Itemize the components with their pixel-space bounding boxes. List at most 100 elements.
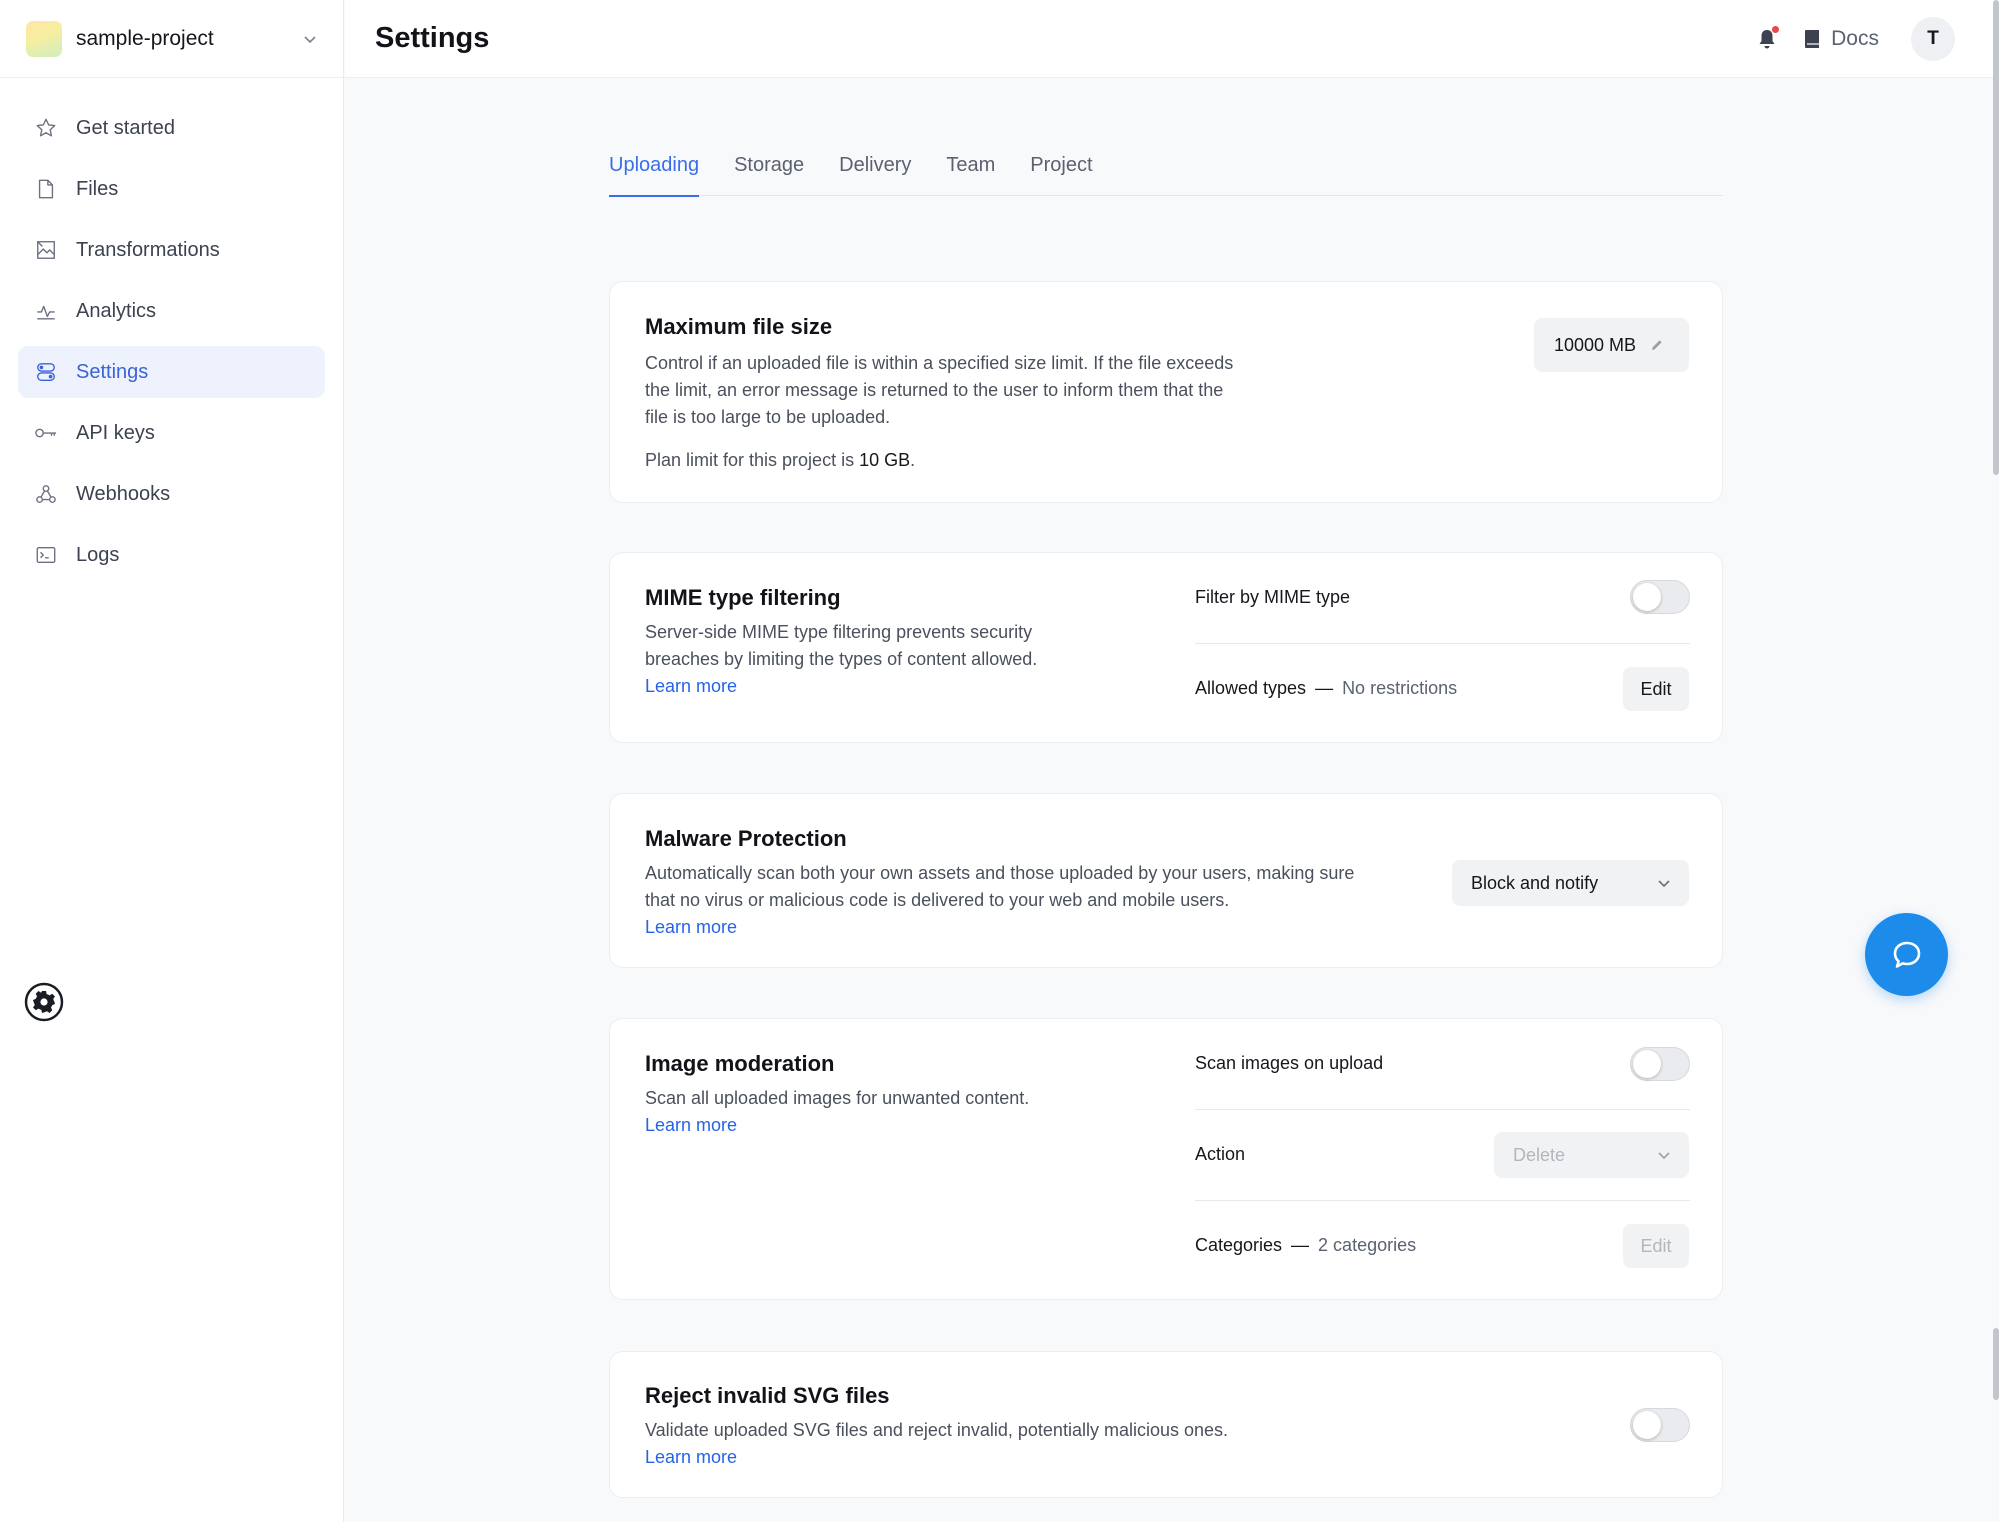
malware-action-select[interactable]: Block and notify bbox=[1452, 860, 1689, 906]
action-label: Action bbox=[1195, 1144, 1246, 1164]
sidebar-item-transformations[interactable]: Transformations bbox=[18, 224, 325, 276]
card-description: Server-side MIME type filtering prevents… bbox=[645, 619, 1037, 700]
project-name: sample-project bbox=[76, 26, 214, 50]
chevron-down-icon bbox=[304, 35, 316, 43]
tab-delivery[interactable]: Delivery bbox=[839, 140, 911, 196]
chat-button[interactable] bbox=[1865, 913, 1948, 996]
sidebar-item-label: API keys bbox=[76, 421, 155, 444]
max-file-size-button[interactable]: 10000 MB bbox=[1534, 318, 1689, 372]
webhook-icon bbox=[34, 482, 58, 506]
desc-line: Server-side MIME type filtering prevents… bbox=[645, 622, 1033, 642]
moderation-action-select[interactable]: Delete bbox=[1494, 1132, 1689, 1178]
avatar[interactable]: T bbox=[1911, 16, 1955, 61]
sidebar-item-label: Files bbox=[76, 177, 119, 200]
tab-uploading[interactable]: Uploading bbox=[609, 140, 700, 197]
chevron-down-icon bbox=[1658, 880, 1670, 888]
edit-allowed-types-button[interactable]: Edit bbox=[1623, 667, 1689, 711]
desc-line: Automatically scan both your own assets … bbox=[645, 863, 1355, 883]
scrollbar[interactable] bbox=[1991, 0, 1999, 1522]
allowed-types-row: Allowed types — No restrictions bbox=[1195, 678, 1457, 699]
moderation-action-value: Delete bbox=[1513, 1144, 1566, 1165]
card-title: MIME type filtering bbox=[645, 585, 841, 610]
card-description: Validate uploaded SVG files and reject i… bbox=[645, 1417, 1228, 1471]
notification-dot bbox=[1772, 25, 1780, 33]
gear-icon[interactable] bbox=[24, 982, 64, 1022]
max-file-size-card: Maximum file size Control if an uploaded… bbox=[609, 281, 1723, 503]
sidebar-item-settings[interactable]: Settings bbox=[18, 346, 325, 398]
chart-icon bbox=[34, 299, 58, 323]
card-description: Scan all uploaded images for unwanted co… bbox=[645, 1085, 1029, 1139]
reject-svg-card: Reject invalid SVG files Validate upload… bbox=[609, 1351, 1723, 1498]
learn-more-link[interactable]: Learn more bbox=[645, 1444, 1228, 1471]
reject-svg-toggle[interactable] bbox=[1630, 1408, 1690, 1442]
docs-link[interactable]: Docs bbox=[1803, 27, 1879, 51]
sidebar-item-label: Webhooks bbox=[76, 482, 171, 505]
plan-limit-suffix: . bbox=[910, 450, 916, 470]
scrollbar-thumb-secondary[interactable] bbox=[1993, 1328, 1999, 1400]
sidebar-item-logs[interactable]: Logs bbox=[18, 529, 325, 581]
desc-line: that no virus or malicious code is deliv… bbox=[645, 890, 1230, 910]
desc-line: Validate uploaded SVG files and reject i… bbox=[645, 1420, 1229, 1440]
chevron-down-icon bbox=[1658, 1152, 1670, 1160]
image-icon bbox=[34, 238, 58, 262]
project-switcher[interactable]: sample-project bbox=[0, 0, 343, 78]
page-title: Settings bbox=[375, 22, 490, 54]
file-icon bbox=[34, 177, 58, 201]
sidebar-item-label: Transformations bbox=[76, 238, 220, 261]
sidebar-item-api-keys[interactable]: API keys bbox=[18, 407, 325, 459]
docs-label: Docs bbox=[1831, 26, 1879, 50]
divider bbox=[1195, 1109, 1690, 1110]
sidebar: sample-project Get started Files Transfo… bbox=[0, 0, 344, 1522]
settings-tabs: Uploading Storage Delivery Team Project bbox=[609, 140, 1723, 197]
tab-team[interactable]: Team bbox=[946, 140, 995, 196]
divider bbox=[1195, 643, 1690, 644]
sidebar-item-get-started[interactable]: Get started bbox=[18, 102, 325, 154]
allowed-types-label: Allowed types bbox=[1195, 678, 1307, 698]
filter-by-mime-label: Filter by MIME type bbox=[1195, 587, 1351, 607]
pencil-icon bbox=[1652, 340, 1662, 350]
sidebar-item-webhooks[interactable]: Webhooks bbox=[18, 468, 325, 520]
card-title: Malware Protection bbox=[645, 826, 847, 851]
categories-value: 2 categories bbox=[1318, 1235, 1417, 1255]
toggle-knob bbox=[1633, 1050, 1661, 1078]
book-icon bbox=[1805, 29, 1820, 48]
learn-more-link[interactable]: Learn more bbox=[645, 1112, 1029, 1139]
max-file-size-value: 10000 MB bbox=[1554, 334, 1637, 355]
edit-categories-button[interactable]: Edit bbox=[1623, 1224, 1689, 1268]
filter-by-mime-toggle[interactable] bbox=[1630, 580, 1690, 614]
malware-action-value: Block and notify bbox=[1471, 872, 1599, 893]
desc-line: the limit, an error message is returned … bbox=[645, 380, 1224, 400]
top-bar: Settings Docs T bbox=[345, 0, 1999, 78]
card-title: Maximum file size bbox=[645, 314, 833, 339]
learn-more-link[interactable]: Learn more bbox=[645, 673, 1037, 700]
plan-limit-value: 10 GB bbox=[859, 450, 911, 470]
sidebar-item-analytics[interactable]: Analytics bbox=[18, 285, 325, 337]
tab-project[interactable]: Project bbox=[1030, 140, 1092, 196]
learn-more-link[interactable]: Learn more bbox=[645, 914, 1354, 941]
star-icon bbox=[34, 116, 58, 140]
divider bbox=[1195, 1200, 1690, 1201]
sidebar-item-label: Analytics bbox=[76, 299, 157, 322]
desc-line: Control if an uploaded file is within a … bbox=[645, 353, 1234, 373]
sidebar-nav: Get started Files Transformations Analyt… bbox=[0, 78, 343, 581]
separator-dash: — bbox=[1315, 678, 1334, 698]
key-icon bbox=[34, 421, 58, 445]
desc-line: Scan all uploaded images for unwanted co… bbox=[645, 1088, 1030, 1108]
scrollbar-thumb[interactable] bbox=[1993, 0, 1999, 475]
mime-filtering-card: MIME type filtering Server-side MIME typ… bbox=[609, 552, 1723, 743]
tab-storage[interactable]: Storage bbox=[734, 140, 804, 196]
allowed-types-value: No restrictions bbox=[1342, 678, 1458, 698]
plan-limit: Plan limit for this project is 10 GB. bbox=[645, 450, 915, 471]
toggle-knob bbox=[1633, 583, 1661, 611]
bell-icon[interactable] bbox=[1753, 25, 1781, 53]
separator-dash: — bbox=[1291, 1235, 1310, 1255]
card-title: Reject invalid SVG files bbox=[645, 1383, 890, 1408]
card-title: Image moderation bbox=[645, 1051, 835, 1076]
image-moderation-card: Image moderation Scan all uploaded image… bbox=[609, 1018, 1723, 1300]
sidebar-item-files[interactable]: Files bbox=[18, 163, 325, 215]
scan-images-toggle[interactable] bbox=[1630, 1047, 1690, 1081]
project-logo bbox=[26, 20, 62, 57]
card-description: Automatically scan both your own assets … bbox=[645, 860, 1354, 941]
sidebar-item-label: Settings bbox=[76, 360, 149, 383]
sidebar-item-label: Get started bbox=[76, 116, 175, 139]
